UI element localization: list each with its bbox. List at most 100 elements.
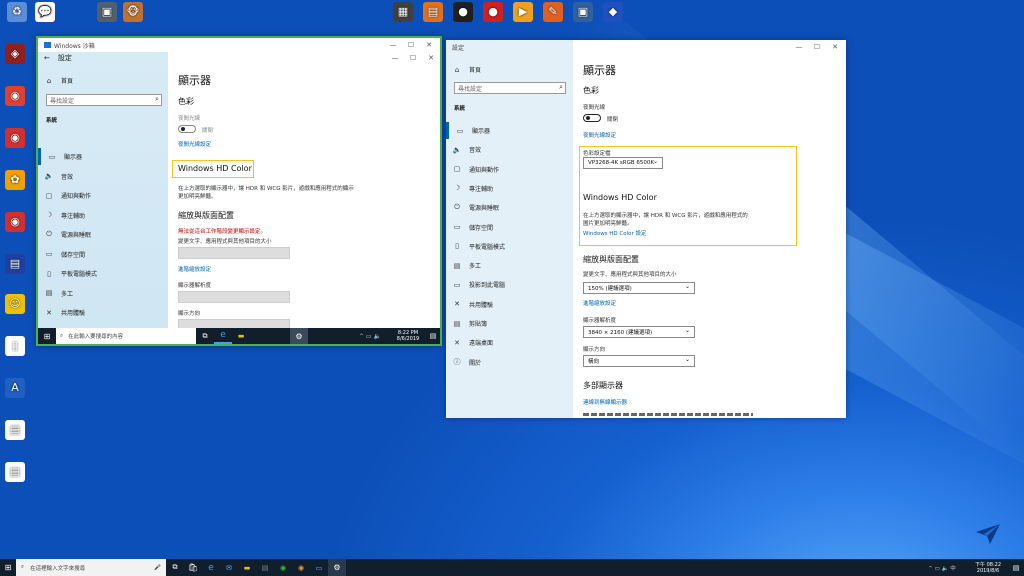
desktop-icon-l7[interactable]: ☺ bbox=[0, 294, 30, 315]
sidebar-item-1[interactable]: ▭ 顯示器 bbox=[38, 148, 168, 165]
sidebar-item-4[interactable]: ☽ 專注輔助 bbox=[38, 207, 168, 224]
desktop: ♻ 💬 ▣ 🐵 ▦ ▤ ● ● ▶ ✎ ▣ ◆ ◈ ◉ ◉ ✿ ◉ ▤ ☺ ▯ A ▤ ▤ Windows 沙箱 — ☐… bbox=[0, 0, 1024, 576]
edge-icon[interactable]: e bbox=[202, 559, 220, 576]
sidebar-search-input[interactable]: 尋找設定 ⌕ bbox=[46, 94, 162, 106]
task-view-icon[interactable]: ⧉ bbox=[166, 559, 184, 576]
sandbox-search-box[interactable]: ⌕ 在此輸入要搜尋的內容 bbox=[56, 328, 196, 344]
tray-icons[interactable]: ⌃ ▭ 🔈 bbox=[350, 328, 390, 344]
settings-gear-icon[interactable]: ⚙ bbox=[290, 328, 308, 344]
tray-icons[interactable]: ⌃ ▭ 🔈 中 bbox=[916, 559, 968, 576]
sidebar-item-home[interactable]: ⌂ 首頁 bbox=[446, 61, 573, 78]
hd-color-desc: 在上方選取的顯示器中，讓 HDR 和 WCG 影片，遊戲和應用程式的 bbox=[583, 213, 748, 219]
desktop-icon-monkey[interactable]: 🐵 bbox=[118, 2, 148, 23]
advanced-scaling-link[interactable]: 進階縮放設定 bbox=[583, 299, 616, 307]
main-clock[interactable]: 下午 08:22 2019/8/6 bbox=[968, 562, 1008, 574]
desktop-icon-l11[interactable]: ▤ bbox=[0, 462, 30, 483]
taskbar-search-box[interactable]: ⌕ 在這裡輸入文字來搜尋 🎤 bbox=[16, 559, 166, 576]
wechat-icon[interactable]: ◉ bbox=[274, 559, 292, 576]
desktop-icon-l2[interactable]: ◉ bbox=[0, 86, 30, 107]
start-icon[interactable]: ⊞ bbox=[38, 328, 56, 344]
desktop-icon-a4[interactable]: ● bbox=[478, 2, 508, 23]
notification-icon[interactable]: ▤ bbox=[426, 328, 440, 344]
sandbox-app-icon[interactable]: ▭ bbox=[310, 559, 328, 576]
desktop-icon-chat[interactable]: 💬 bbox=[30, 2, 60, 23]
orientation-dropdown[interactable]: 橫向 ⌄ bbox=[583, 355, 695, 367]
desktop-icon-l5[interactable]: ◉ bbox=[0, 212, 30, 233]
sidebar-item-8[interactable]: ▤ 多工 bbox=[446, 257, 573, 274]
desktop-icon-a6[interactable]: ✎ bbox=[538, 2, 568, 23]
sidebar-item-10[interactable]: ✕ 共用體驗 bbox=[446, 296, 573, 313]
sandbox-minimize-button[interactable]: — bbox=[384, 38, 402, 52]
wireless-display-link[interactable]: 連線到無線顯示器 bbox=[583, 398, 627, 406]
sidebar-search-input[interactable]: 尋找設定 ⌕ bbox=[454, 82, 566, 94]
sandbox-maximize-button[interactable]: ☐ bbox=[402, 38, 420, 52]
sidebar-item-3[interactable]: ▢ 通知與動作 bbox=[38, 187, 168, 204]
night-light-toggle[interactable] bbox=[583, 114, 601, 122]
chevron-down-icon: ⌄ bbox=[684, 327, 690, 334]
toggle-state: 關閉 bbox=[607, 117, 619, 123]
desktop-icon-a5[interactable]: ▶ bbox=[508, 2, 538, 23]
color-profile-dropdown[interactable]: VP3268-4K sRGB 6500K ⌄ bbox=[583, 157, 663, 169]
sidebar-item-5[interactable]: ⏻ 電源與睡眠 bbox=[446, 199, 573, 216]
edge-icon[interactable]: e bbox=[214, 328, 232, 344]
task-view-icon[interactable]: ⧉ bbox=[196, 328, 214, 344]
settings-close-button[interactable]: ✕ bbox=[826, 40, 844, 54]
sandbox-window: Windows 沙箱 — ☐ ✕ ← 設定 — ☐ ✕ ← 設定 ⌂ 首頁 bbox=[36, 36, 442, 346]
sidebar-item-13[interactable]: ⓘ 關於 bbox=[446, 354, 573, 371]
sidebar-item-4[interactable]: ☽ 專注輔助 bbox=[446, 180, 573, 197]
sidebar-item-6[interactable]: ▭ 儲存空間 bbox=[446, 219, 573, 236]
sidebar-item-2[interactable]: 🔈 音效 bbox=[38, 168, 168, 185]
hd-color-settings-link[interactable]: Windows HD Color 設定 bbox=[583, 229, 647, 237]
desktop-icon-l6[interactable]: ▤ bbox=[0, 254, 30, 275]
resolution-dropdown[interactable]: 3840 × 2160 (建議選項) ⌄ bbox=[583, 326, 695, 338]
store-icon[interactable]: 🛍 bbox=[184, 559, 202, 576]
advanced-scaling-link[interactable]: 進階縮放設定 bbox=[178, 265, 211, 273]
settings-maximize-button[interactable]: ☐ bbox=[808, 40, 826, 54]
file-explorer-icon[interactable]: ▬ bbox=[238, 559, 256, 576]
mail-icon[interactable]: ✉ bbox=[220, 559, 238, 576]
sidebar-item-7[interactable]: ▯ 平板電腦模式 bbox=[38, 265, 168, 282]
desktop-icon-shortcut[interactable]: ♻ bbox=[2, 2, 32, 23]
settings-gear-icon[interactable]: ⚙ bbox=[328, 559, 346, 576]
desktop-icon-a7[interactable]: ▣ bbox=[568, 2, 598, 23]
desktop-icon-a1[interactable]: ▦ bbox=[388, 2, 418, 23]
desktop-icon-l10[interactable]: ▤ bbox=[0, 420, 30, 441]
scale-label: 變更文字、應用程式與其他項目的大小 bbox=[178, 239, 272, 245]
desktop-icon-l9[interactable]: A bbox=[0, 378, 30, 399]
sandbox-close-button[interactable]: ✕ bbox=[420, 38, 438, 52]
desktop-icon-a2[interactable]: ▤ bbox=[418, 2, 448, 23]
desktop-icon-l8[interactable]: ▯ bbox=[0, 336, 30, 357]
sidebar-item-11[interactable]: ▤ 剪貼簿 bbox=[446, 315, 573, 332]
start-icon[interactable]: ⊞ bbox=[0, 559, 16, 576]
desktop-icon-l3[interactable]: ◉ bbox=[0, 128, 30, 149]
sidebar-item-9[interactable]: ✕ 共用體驗 bbox=[38, 304, 168, 321]
back-arrow-icon[interactable]: ← bbox=[44, 54, 50, 62]
app-icon[interactable]: ▤ bbox=[256, 559, 274, 576]
desktop-icon-l4[interactable]: ✿ bbox=[0, 170, 30, 191]
desktop-icon-l1[interactable]: ◈ bbox=[0, 44, 30, 65]
night-light-settings-link[interactable]: 夜間光線設定 bbox=[178, 140, 211, 148]
sidebar-item-1[interactable]: ▭ 顯示器 bbox=[446, 122, 573, 139]
sidebar-item-2[interactable]: 🔈 音效 bbox=[446, 141, 573, 158]
scale-warning: 無法從這台工作階段變更顯示設定。 bbox=[178, 229, 267, 235]
night-light-settings-link[interactable]: 夜間光線設定 bbox=[583, 131, 616, 139]
app-icon: ▯ bbox=[5, 336, 25, 356]
sandbox-clock[interactable]: 8:22 PM 8/6/2019 bbox=[390, 330, 426, 342]
chrome-icon[interactable]: ◉ bbox=[292, 559, 310, 576]
file-explorer-icon[interactable]: ▬ bbox=[232, 328, 250, 344]
notification-icon[interactable]: ▤ bbox=[1008, 559, 1024, 576]
sidebar-item-8[interactable]: ▤ 多工 bbox=[38, 285, 168, 302]
sidebar-item-5[interactable]: ⏻ 電源與睡眠 bbox=[38, 226, 168, 243]
night-light-toggle[interactable] bbox=[178, 125, 196, 133]
sidebar-item-home[interactable]: ⌂ 首頁 bbox=[38, 72, 168, 89]
settings-minimize-button[interactable]: — bbox=[790, 40, 808, 54]
sidebar-item-3[interactable]: ▢ 通知與動作 bbox=[446, 161, 573, 178]
desktop-icon-a8[interactable]: ◆ bbox=[598, 2, 628, 23]
sidebar-item-6[interactable]: ▭ 儲存空間 bbox=[38, 246, 168, 263]
sidebar-item-12[interactable]: ✕ 遠端桌面 bbox=[446, 334, 573, 351]
sidebar-item-7[interactable]: ▯ 平板電腦模式 bbox=[446, 238, 573, 255]
scale-dropdown[interactable]: 150% (建議選項) ⌄ bbox=[583, 282, 695, 294]
sidebar-item-label: 通知與動作 bbox=[469, 166, 500, 174]
desktop-icon-a3[interactable]: ● bbox=[448, 2, 478, 23]
sidebar-item-9[interactable]: ▭ 投影到此電腦 bbox=[446, 276, 573, 293]
